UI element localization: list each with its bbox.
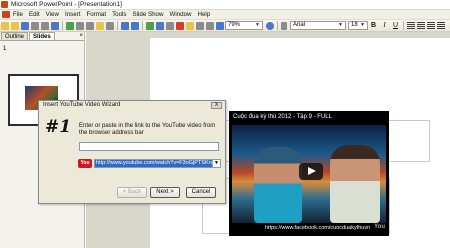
toolbar-separator — [277, 21, 278, 30]
help-icon[interactable] — [266, 21, 274, 30]
video-footer-url: https://www.facebook.com/cuocduakythuvn — [265, 225, 371, 231]
menu-tools[interactable]: Tools — [112, 11, 126, 18]
window-title: Microsoft PowerPoint - [Presentation1] — [11, 1, 122, 8]
youtube-url-input[interactable]: http://www.youtube.com/watch?v=F3oGjPTSK… — [94, 159, 221, 168]
document-icon[interactable] — [2, 11, 10, 18]
spelling-icon[interactable] — [66, 21, 74, 30]
menu-insert[interactable]: Insert — [65, 11, 80, 18]
menu-file[interactable]: File — [13, 11, 23, 18]
expand-all-icon[interactable] — [186, 21, 194, 30]
menu-bar: File Edit View Insert Format Tools Slide… — [0, 10, 450, 20]
new-icon[interactable] — [1, 21, 9, 30]
insert-hyperlink-icon[interactable] — [176, 21, 184, 30]
justify-icon[interactable] — [437, 21, 445, 30]
menu-edit[interactable]: Edit — [29, 11, 40, 18]
chevron-down-icon: ▼ — [338, 22, 343, 28]
toolbar: 79% ▼ Arial ▼ 18 ▼ B I U — [0, 20, 450, 32]
permission-icon[interactable] — [31, 21, 39, 30]
blank-field[interactable] — [79, 142, 219, 151]
bold-button[interactable]: B — [369, 21, 378, 30]
font-size-select[interactable]: 18 ▼ — [348, 21, 368, 30]
close-icon[interactable]: × — [79, 32, 83, 40]
dialog-title: Insert YouTube Video Wizard — [43, 102, 121, 108]
print-preview-icon[interactable] — [51, 21, 59, 30]
menu-view[interactable]: View — [46, 11, 59, 18]
print-icon[interactable] — [41, 21, 49, 30]
redo-icon[interactable] — [131, 21, 139, 30]
next-button[interactable]: Next > — [150, 187, 180, 198]
toolbar-separator — [62, 21, 63, 30]
chevron-down-icon[interactable]: ▼ — [212, 160, 220, 167]
show-formatting-icon[interactable] — [196, 21, 204, 30]
menu-help[interactable]: Help — [198, 11, 211, 18]
video-person-left — [254, 147, 302, 223]
youtube-icon: You — [78, 159, 92, 168]
url-row: You http://www.youtube.com/watch?v=F3oGj… — [78, 158, 221, 169]
font-select[interactable]: Arial ▼ — [290, 21, 346, 30]
slide-number: 1 — [3, 46, 7, 52]
chevron-down-icon: ▼ — [255, 22, 260, 28]
step-number: #1 — [45, 117, 72, 137]
video-frame[interactable] — [232, 125, 386, 223]
back-button[interactable]: < Back — [117, 187, 147, 198]
format-painter-icon[interactable] — [106, 21, 114, 30]
insert-table-icon[interactable] — [156, 21, 164, 30]
video-title: Cuộc đua kỳ thú 2012 - Tập 9 - FULL — [233, 114, 332, 120]
toolbar-separator — [142, 21, 143, 30]
cut-icon[interactable] — [76, 21, 84, 30]
align-center-icon[interactable] — [417, 21, 425, 30]
color-grayscale-icon[interactable] — [216, 21, 224, 30]
instruction-text: Enter or paste in the link to the YouTub… — [79, 123, 216, 136]
toolbar-separator — [117, 21, 118, 30]
toolbar-separator — [403, 21, 404, 30]
grid-icon[interactable] — [206, 21, 214, 30]
video-person-right — [330, 145, 380, 223]
menu-slide-show[interactable]: Slide Show — [133, 11, 164, 18]
paste-icon[interactable] — [96, 21, 104, 30]
chevron-down-icon: ▼ — [360, 22, 365, 28]
zoom-select[interactable]: 79% ▼ — [225, 21, 263, 30]
font-value: Arial — [293, 22, 306, 28]
align-left-icon[interactable] — [407, 21, 415, 30]
underline-button[interactable]: U — [391, 21, 400, 30]
cancel-button[interactable]: Cancel — [186, 187, 216, 198]
menu-format[interactable]: Format — [86, 11, 106, 18]
play-icon[interactable] — [299, 163, 323, 180]
menu-window[interactable]: Window — [169, 11, 191, 18]
powerpoint-icon — [1, 1, 8, 8]
font-size-value: 18 — [351, 22, 358, 28]
italic-button[interactable]: I — [380, 21, 389, 30]
youtube-watermark: You — [374, 224, 385, 230]
title-bar: Microsoft PowerPoint - [Presentation1] — [0, 0, 450, 10]
tables-borders-icon[interactable] — [166, 21, 174, 30]
align-right-icon[interactable] — [427, 21, 435, 30]
save-icon[interactable] — [21, 21, 29, 30]
video-player[interactable]: Cuộc đua kỳ thú 2012 - Tập 9 - FULL http… — [229, 111, 389, 236]
zoom-value: 79% — [228, 22, 241, 28]
insert-chart-icon[interactable] — [146, 21, 154, 30]
undo-icon[interactable] — [121, 21, 129, 30]
dialog-close-button[interactable]: X — [211, 102, 222, 109]
pane-tabs: Outline Slides × — [0, 32, 85, 41]
youtube-wizard-dialog: Insert YouTube Video Wizard X #1 Enter o… — [38, 100, 226, 204]
url-value: http://www.youtube.com/watch?v=F3oGjPTSK… — [95, 160, 212, 167]
open-icon[interactable] — [11, 21, 19, 30]
copy-icon[interactable] — [86, 21, 94, 30]
tab-outline[interactable]: Outline — [1, 32, 29, 40]
tab-slides[interactable]: Slides — [29, 32, 55, 40]
ink-icon[interactable] — [281, 21, 287, 30]
